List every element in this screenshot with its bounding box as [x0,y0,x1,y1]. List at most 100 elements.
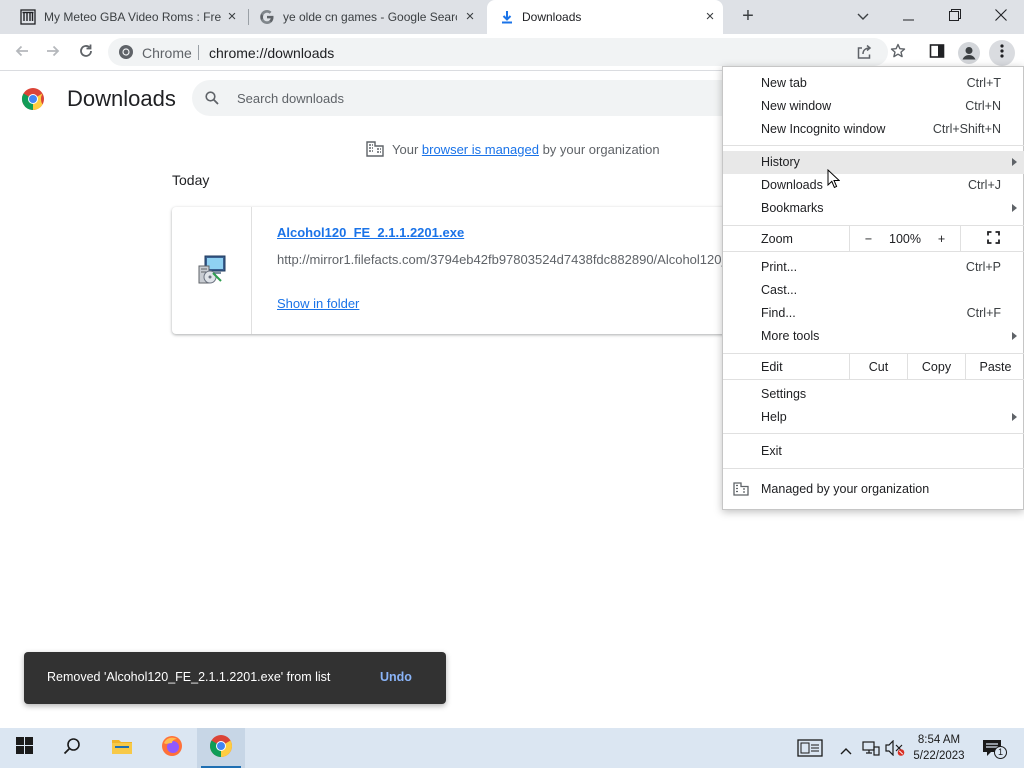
menu-item-label: Managed by your organization [761,482,930,496]
show-in-folder-link[interactable]: Show in folder [277,296,359,311]
managed-notice: Your browser is managed by your organiza… [366,140,660,158]
zoom-level-value: 100% [889,231,921,246]
menu-separator [723,145,1024,146]
windows-taskbar: 8:54 AM 5/22/2023 1 [0,728,1024,768]
close-window-button[interactable] [978,0,1024,34]
close-icon[interactable]: × [462,9,478,25]
page-title: Downloads [67,86,176,111]
menu-item-help[interactable]: Help [723,406,1024,429]
side-panel-icon [929,43,945,64]
clock-date: 5/22/2023 [913,750,965,762]
building-icon [366,141,384,157]
menu-item-find[interactable]: Find... Ctrl+F [723,302,1024,325]
taskbar-search-button[interactable] [48,728,96,768]
bookmark-button[interactable] [885,40,911,66]
chrome-icon [209,734,233,763]
reload-button[interactable] [73,40,99,66]
url-text[interactable]: chrome://downloads [209,45,334,61]
start-button[interactable] [0,728,48,768]
close-icon[interactable]: × [702,9,718,25]
search-placeholder: Search downloads [237,91,344,106]
avatar [958,42,980,64]
menu-item-cast[interactable]: Cast... [723,279,1024,302]
undo-button[interactable]: Undo [380,670,412,684]
network-icon[interactable] [862,740,880,761]
zoom-label: Zoom [761,232,793,246]
menu-item-downloads[interactable]: Downloads Ctrl+J [723,174,1024,197]
volume-muted-icon[interactable] [885,739,905,761]
chrome-icon [118,44,134,65]
notification-center-button[interactable]: 1 [972,728,1012,768]
download-item-icon-column [172,207,252,334]
taskbar-file-explorer[interactable] [98,728,146,768]
share-icon[interactable] [856,44,872,65]
menu-item-bookmarks[interactable]: Bookmarks [723,197,1024,220]
new-tab-button[interactable]: + [737,6,759,28]
arrow-right-icon [45,43,61,64]
taskbar-clock[interactable]: 8:54 AM 5/22/2023 [904,732,974,764]
notification-count-badge: 1 [994,746,1007,759]
menu-item-more-tools[interactable]: More tools [723,325,1024,348]
task-view-keyboard-icon[interactable] [797,739,823,762]
chrome-menu-button[interactable] [989,40,1015,66]
chrome-logo-icon [21,87,45,116]
taskbar-firefox[interactable] [148,728,196,768]
star-icon [890,43,906,64]
tab-google-search[interactable]: ye olde cn games - Google Searc × [250,0,486,34]
building-icon [733,482,749,499]
menu-item-new-window[interactable]: New window Ctrl+N [723,95,1024,118]
menu-item-label: Find... [761,306,796,320]
forward-button[interactable] [40,40,66,66]
paste-button[interactable]: Paste [965,354,1024,379]
menu-item-shortcut: Ctrl+J [968,178,1001,192]
back-button[interactable] [9,40,35,66]
menu-item-new-tab[interactable]: New tab Ctrl+T [723,72,1024,95]
zoom-in-button[interactable]: + [923,226,960,251]
menu-item-label: Settings [761,387,807,401]
tab-title: ye olde cn games - Google Searc [283,10,457,24]
search-downloads-input[interactable]: Search downloads [192,80,752,116]
submenu-arrow-icon [1012,332,1017,340]
menu-separator [723,379,1024,380]
edit-label: Edit [761,360,783,374]
arrow-left-icon [14,43,30,64]
close-icon[interactable]: × [224,9,240,25]
profile-button[interactable] [956,40,982,66]
tab-my-meteo[interactable]: My Meteo GBA Video Roms : Fre × [8,0,248,34]
reload-icon [78,43,94,64]
submenu-arrow-icon [1012,413,1017,421]
side-panel-button[interactable] [924,40,950,66]
download-source-url[interactable]: http://mirror1.filefacts.com/3794eb42fb9… [277,252,732,267]
browser-managed-link[interactable]: browser is managed [422,142,539,157]
menu-item-new-incognito-window[interactable]: New Incognito window Ctrl+Shift+N [723,118,1024,141]
managed-suffix: by your organization [538,141,660,157]
address-bar[interactable]: Chrome chrome://downloads [108,38,888,66]
zoom-out-button[interactable]: − [849,226,887,251]
menu-item-managed[interactable]: Managed by your organization [723,478,1024,501]
download-icon [499,9,515,25]
menu-item-history[interactable]: History [723,151,1024,174]
menu-item-label: History [761,155,800,169]
menu-item-label: Help [761,410,787,424]
fullscreen-button[interactable] [960,226,1024,251]
menu-item-label: Print... [761,260,798,274]
cut-button[interactable]: Cut [849,354,907,379]
copy-button[interactable]: Copy [907,354,965,379]
restore-button[interactable] [932,0,978,34]
tab-downloads[interactable]: Downloads × [487,0,723,34]
downloaded-file-name-link[interactable]: Alcohol120_FE_2.1.1.2201.exe [277,225,464,240]
tab-search-button[interactable] [840,0,886,34]
tab-title: My Meteo GBA Video Roms : Fre [44,10,222,24]
close-icon [995,8,1007,26]
menu-item-exit[interactable]: Exit [723,440,1024,463]
menu-item-label: Cast... [761,283,798,297]
menu-item-print[interactable]: Print... Ctrl+P [723,256,1024,279]
menu-zoom-row: Zoom − 100% + [723,226,1024,251]
menu-item-shortcut: Ctrl+N [965,99,1001,113]
mouse-cursor-icon [827,168,841,194]
chevron-up-icon[interactable] [840,742,852,760]
taskbar-chrome[interactable] [197,728,245,768]
menu-item-settings[interactable]: Settings [723,383,1024,406]
menu-item-label: New window [761,99,832,113]
minimize-button[interactable] [886,0,932,34]
